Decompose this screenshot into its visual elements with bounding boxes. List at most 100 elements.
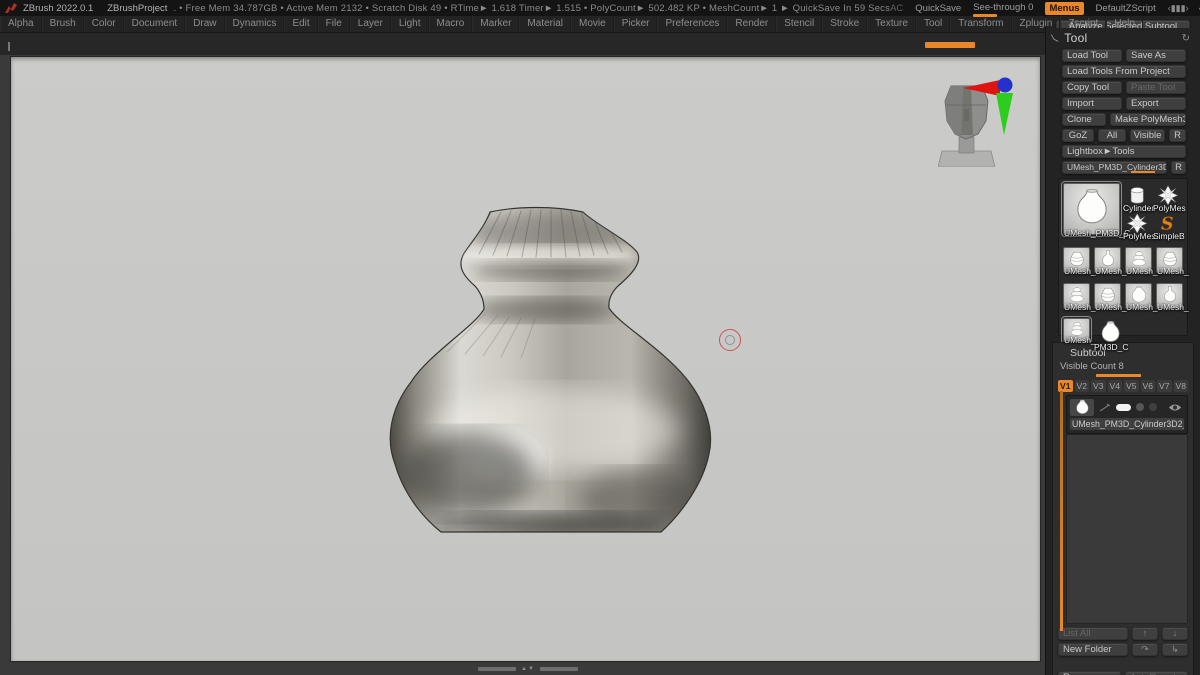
- tool-r-button[interactable]: R: [1171, 161, 1186, 174]
- menu-item[interactable]: Texture: [867, 16, 916, 32]
- menu-item[interactable]: Picker: [613, 16, 658, 32]
- thumbnail-umesh[interactable]: UMesh_: [1125, 283, 1158, 312]
- subtool-version-tab[interactable]: V5: [1124, 380, 1139, 392]
- menu-item[interactable]: Transform: [950, 16, 1012, 32]
- subtool-version-tab[interactable]: V8: [1173, 380, 1188, 392]
- move-up-button[interactable]: ↑: [1132, 627, 1158, 640]
- subtool-version-tab[interactable]: V7: [1157, 380, 1172, 392]
- tool-palette-title: Tool: [1064, 31, 1088, 45]
- quicksave-button[interactable]: QuickSave: [915, 3, 961, 14]
- menus-button[interactable]: Menus: [1045, 1, 1084, 15]
- menu-item[interactable]: Stroke: [822, 16, 868, 32]
- thumbnail-simplebrush[interactable]: SimpleB: [1153, 211, 1185, 241]
- menu-item[interactable]: Alpha: [0, 16, 42, 32]
- goz-r-button[interactable]: R: [1169, 129, 1186, 142]
- export-button[interactable]: Export: [1126, 97, 1186, 110]
- thumbnail-selected-tool[interactable]: UMesh_PM3D_C: [1061, 181, 1130, 238]
- menu-item[interactable]: Macro: [428, 16, 473, 32]
- thumbnail-cylinder[interactable]: Cylinder: [1123, 183, 1154, 213]
- menu-item[interactable]: Edit: [284, 16, 318, 32]
- copy-tool-button[interactable]: Copy Tool: [1062, 81, 1122, 94]
- thumbnail-umesh[interactable]: UMesh_: [1063, 283, 1096, 312]
- new-folder-button[interactable]: New Folder: [1058, 643, 1128, 656]
- subtool-version-tab[interactable]: V2: [1074, 380, 1089, 392]
- subtool-version-tab[interactable]: V3: [1091, 380, 1106, 392]
- fold-arrow-button[interactable]: ↳: [1162, 643, 1188, 656]
- bottom-scrollbar-right-handle[interactable]: [539, 667, 578, 671]
- sculpt-brush-icon[interactable]: [1099, 403, 1111, 412]
- menu-item[interactable]: Movie: [571, 16, 614, 32]
- lightbox-tools-button[interactable]: Lightbox►Tools: [1062, 145, 1186, 158]
- menu-item[interactable]: Marker: [472, 16, 520, 32]
- clone-button[interactable]: Clone: [1062, 113, 1106, 126]
- document-canvas[interactable]: [10, 56, 1041, 662]
- menu-item[interactable]: Material: [519, 16, 571, 32]
- uv-icon[interactable]: [1149, 403, 1157, 411]
- menu-item[interactable]: Help: [1106, 16, 1143, 32]
- thumbnail-umesh[interactable]: UMesh_: [1063, 247, 1096, 276]
- subtool-item[interactable]: UMesh_PM3D_Cylinder3D2_10: [1066, 395, 1188, 434]
- see-through-value: 0: [1028, 2, 1034, 13]
- subtool-version-tab[interactable]: V6: [1140, 380, 1155, 392]
- load-tools-from-project-button[interactable]: Load Tools From Project: [1062, 65, 1186, 78]
- bottom-scrollbar-left-handle[interactable]: [478, 667, 516, 671]
- polypaint-toggle[interactable]: [1116, 403, 1131, 411]
- menu-item[interactable]: Dynamics: [224, 16, 285, 32]
- unfold-arrow-button[interactable]: ↷: [1132, 643, 1158, 656]
- top-scrollbar-handle[interactable]: [925, 42, 975, 48]
- goz-visible-button[interactable]: Visible: [1130, 129, 1165, 142]
- tool-name-slider[interactable]: [1131, 171, 1155, 173]
- polypaint-color-icon[interactable]: [1136, 403, 1144, 411]
- import-button[interactable]: Import: [1062, 97, 1122, 110]
- visibility-eye-icon[interactable]: [1168, 403, 1182, 412]
- thumbnail-umesh[interactable]: UMesh_: [1061, 316, 1096, 345]
- menu-item[interactable]: Document: [123, 16, 186, 32]
- menu-item[interactable]: Zplugin: [1011, 16, 1061, 32]
- see-through-slider[interactable]: See-through 0: [973, 2, 1034, 17]
- menu-item[interactable]: Render: [727, 16, 777, 32]
- make-polymesh3d-button[interactable]: Make PolyMesh3D: [1110, 113, 1186, 126]
- axis-gizmo[interactable]: [955, 71, 1030, 156]
- goz-all-button[interactable]: All: [1098, 129, 1126, 142]
- visible-count-slider[interactable]: [1096, 374, 1141, 377]
- default-zscript-button[interactable]: DefaultZScript: [1096, 3, 1156, 14]
- scroll-arrows-icon[interactable]: ▲▼: [521, 666, 535, 672]
- bottom-scrollbar[interactable]: ▲▼: [478, 666, 578, 672]
- brush-size-icons[interactable]: ‹▮▮▮›: [1168, 3, 1189, 14]
- restore-config-icon[interactable]: ↻: [1182, 33, 1190, 44]
- menu-item[interactable]: Brush: [41, 16, 84, 32]
- subtool-item-label[interactable]: UMesh_PM3D_Cylinder3D2_10: [1070, 418, 1184, 430]
- subtool-version-tab[interactable]: V4: [1107, 380, 1122, 392]
- rename-button[interactable]: Rename: [1058, 671, 1121, 675]
- thumbnail-polymesh-star[interactable]: PolyMes: [1123, 211, 1156, 241]
- subtool-list-area[interactable]: [1066, 434, 1188, 624]
- menu-item[interactable]: Tool: [915, 16, 951, 32]
- pick-icon[interactable]: ⟨: [1048, 32, 1061, 45]
- thumbnail-umesh[interactable]: UMesh_: [1125, 247, 1158, 276]
- menu-item[interactable]: File: [317, 16, 350, 32]
- save-as-button[interactable]: Save As: [1126, 49, 1186, 62]
- menu-item[interactable]: Draw: [185, 16, 225, 32]
- sculpt-model-vase[interactable]: [385, 202, 717, 534]
- menu-item[interactable]: Layer: [349, 16, 391, 32]
- thumbnail-label: PolyMes: [1153, 203, 1186, 213]
- subtool-section: Subtool Visible Count 8 V1 V2 V3 V4 V5 V6 V7 V8…: [1052, 342, 1194, 675]
- menu-item[interactable]: Preferences: [657, 16, 728, 32]
- thumbnail-polymesh-star[interactable]: PolyMes: [1153, 183, 1186, 213]
- goz-button[interactable]: GoZ: [1062, 129, 1094, 142]
- move-down-button[interactable]: ↓: [1162, 627, 1188, 640]
- subtool-scrollbar[interactable]: [1060, 391, 1063, 631]
- project-name[interactable]: ZBrushProject: [107, 3, 167, 14]
- thumbnail-umesh[interactable]: UMesh_: [1156, 247, 1189, 276]
- see-through-slider-handle[interactable]: [973, 14, 998, 17]
- thumbnail-umesh[interactable]: UMesh_: [1094, 283, 1127, 312]
- menu-item[interactable]: Color: [83, 16, 124, 32]
- menu-item[interactable]: Stencil: [776, 16, 823, 32]
- current-tool-button[interactable]: UMesh_PM3D_Cylinder3D2_1: [1062, 161, 1167, 174]
- menu-item[interactable]: Light: [390, 16, 429, 32]
- menu-item[interactable]: Zscript: [1060, 16, 1107, 32]
- load-tool-button[interactable]: Load Tool: [1062, 49, 1122, 62]
- thumbnail-umesh[interactable]: UMesh_: [1094, 247, 1127, 276]
- thumbnail-pm3d[interactable]: PM3D_C: [1094, 318, 1128, 352]
- thumbnail-umesh[interactable]: UMesh_: [1156, 283, 1189, 312]
